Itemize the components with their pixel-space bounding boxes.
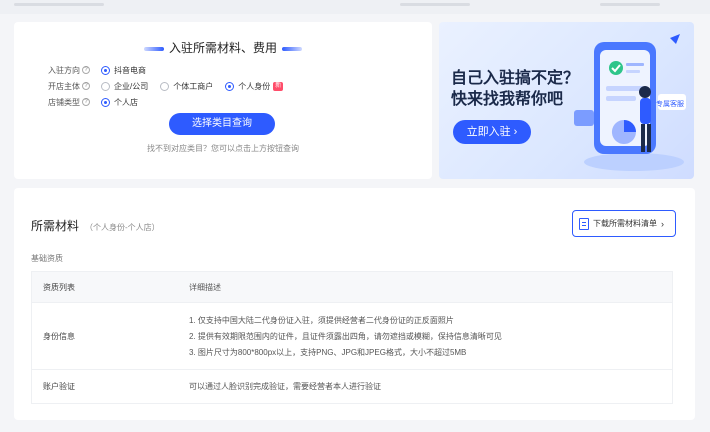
detail-line: 1. 仅支持中国大陆二代身份证入驻，须提供经营者二代身份证的正反面照片 (189, 315, 454, 325)
filter-row-store-type: 店铺类型? 个人店 (48, 95, 150, 109)
option-label: 抖音电商 (114, 65, 146, 75)
row-name: 身份信息 (43, 331, 75, 341)
chevron-right-icon: › (661, 218, 664, 229)
detail-line: 可以通过人脸识别完成验证，需要经营者本人进行验证 (189, 382, 381, 391)
help-icon[interactable]: ? (82, 66, 90, 74)
detail-line: 3. 图片尺寸为800*800px以上，支持PNG、JPG和JPEG格式，大小不… (189, 347, 467, 357)
new-badge: 新 (273, 81, 284, 91)
row-name: 账户验证 (43, 382, 75, 391)
table-row: 身份信息 1. 仅支持中国大陆二代身份证入驻，须提供经营者二代身份证的正反面照片… (32, 303, 672, 370)
filter-card: 入驻所需材料、费用 入驻方向? 抖音电商 开店主体? 企业/公司 个体工商户 个… (14, 22, 432, 179)
row-details: 1. 仅支持中国大陆二代身份证入驻，须提供经营者二代身份证的正反面照片 2. 提… (179, 303, 672, 369)
option-individual-business[interactable]: 个体工商户 (160, 81, 213, 92)
option-douyin[interactable]: 抖音电商 (101, 65, 146, 76)
option-label: 企业/公司 (114, 81, 149, 91)
help-icon[interactable]: ? (82, 98, 90, 106)
materials-title: 所需材料 （个人身份-个人店） (31, 217, 160, 234)
search-hint: 找不到对应类目？您可以点击上方按钮查询 (147, 144, 299, 153)
radio-icon (160, 81, 170, 91)
filter-row-label: 入驻方向? (48, 65, 101, 76)
download-checklist-button[interactable]: 下载所需材料清单 › (572, 210, 676, 237)
label-text: 开店主体 (48, 81, 80, 91)
filter-row-label: 开店主体? (48, 81, 101, 92)
detail-line: 2. 提供有效期限范围内的证件，且证件须露出四角，请勿遮挡或模糊，保持信息清晰可… (189, 331, 502, 341)
materials-title-text: 所需材料 (31, 219, 80, 233)
table-header: 资质列表 详细描述 (32, 272, 672, 303)
materials-subtitle: （个人身份-个人店） (85, 223, 160, 232)
header-ghost-text (400, 3, 470, 6)
filter-row-direction: 入驻方向? 抖音电商 (48, 63, 158, 77)
row-details: 可以通过人脸识别完成验证，需要经营者本人进行验证 (179, 370, 672, 403)
radio-icon (225, 81, 235, 91)
radio-icon (101, 81, 110, 91)
title-decor-right (282, 46, 302, 51)
banner-badge: 专属客服 (656, 101, 684, 108)
document-icon (579, 217, 589, 230)
label-text: 店铺类型 (48, 97, 80, 107)
banner-headline-2: 快来找我帮你吧 (451, 91, 564, 108)
join-now-label: 立即入驻 (466, 126, 511, 138)
join-now-button[interactable]: 立即入驻 › (453, 120, 531, 144)
option-company[interactable]: 企业/公司 (101, 81, 148, 92)
option-label: 个人店 (114, 97, 138, 107)
download-label: 下载所需材料清单 (593, 219, 657, 228)
header-ghost-text (14, 3, 104, 6)
column-header: 资质列表 (43, 282, 75, 292)
materials-card: 所需材料 （个人身份-个人店） 下载所需材料清单 › 基础资质 资质列表 详细描述… (14, 188, 695, 420)
filter-row-label: 店铺类型? (48, 97, 101, 108)
label-text: 入驻方向 (48, 65, 80, 75)
table-row: 账户验证 可以通过人脸识别完成验证，需要经营者本人进行验证 (32, 370, 672, 403)
header-ghost-text (600, 3, 660, 6)
radio-icon (101, 65, 110, 75)
title-decor-left (143, 46, 164, 51)
filter-title: 入驻所需材料、费用 (14, 39, 432, 56)
option-personal-store[interactable]: 个人店 (101, 97, 138, 108)
category-search-button[interactable]: 选择类目查询 (169, 113, 275, 135)
option-label: 个人身份 (238, 81, 271, 91)
top-strip (0, 0, 710, 14)
filter-row-entity: 开店主体? 企业/公司 个体工商户 个人身份新 (48, 79, 295, 93)
option-personal[interactable]: 个人身份新 (225, 81, 284, 92)
help-icon[interactable]: ? (82, 82, 90, 90)
filter-title-text: 入驻所需材料、费用 (168, 41, 277, 55)
promo-banner[interactable]: 自己入驻搞不定？ 快来找我帮你吧 立即入驻 › 专属客服 (439, 22, 694, 179)
column-header: 详细描述 (189, 282, 221, 292)
option-label: 个体工商户 (173, 81, 214, 91)
radio-icon (101, 97, 110, 107)
section-label: 基础资质 (31, 254, 63, 263)
materials-table: 资质列表 详细描述 身份信息 1. 仅支持中国大陆二代身份证入驻，须提供经营者二… (31, 271, 673, 404)
